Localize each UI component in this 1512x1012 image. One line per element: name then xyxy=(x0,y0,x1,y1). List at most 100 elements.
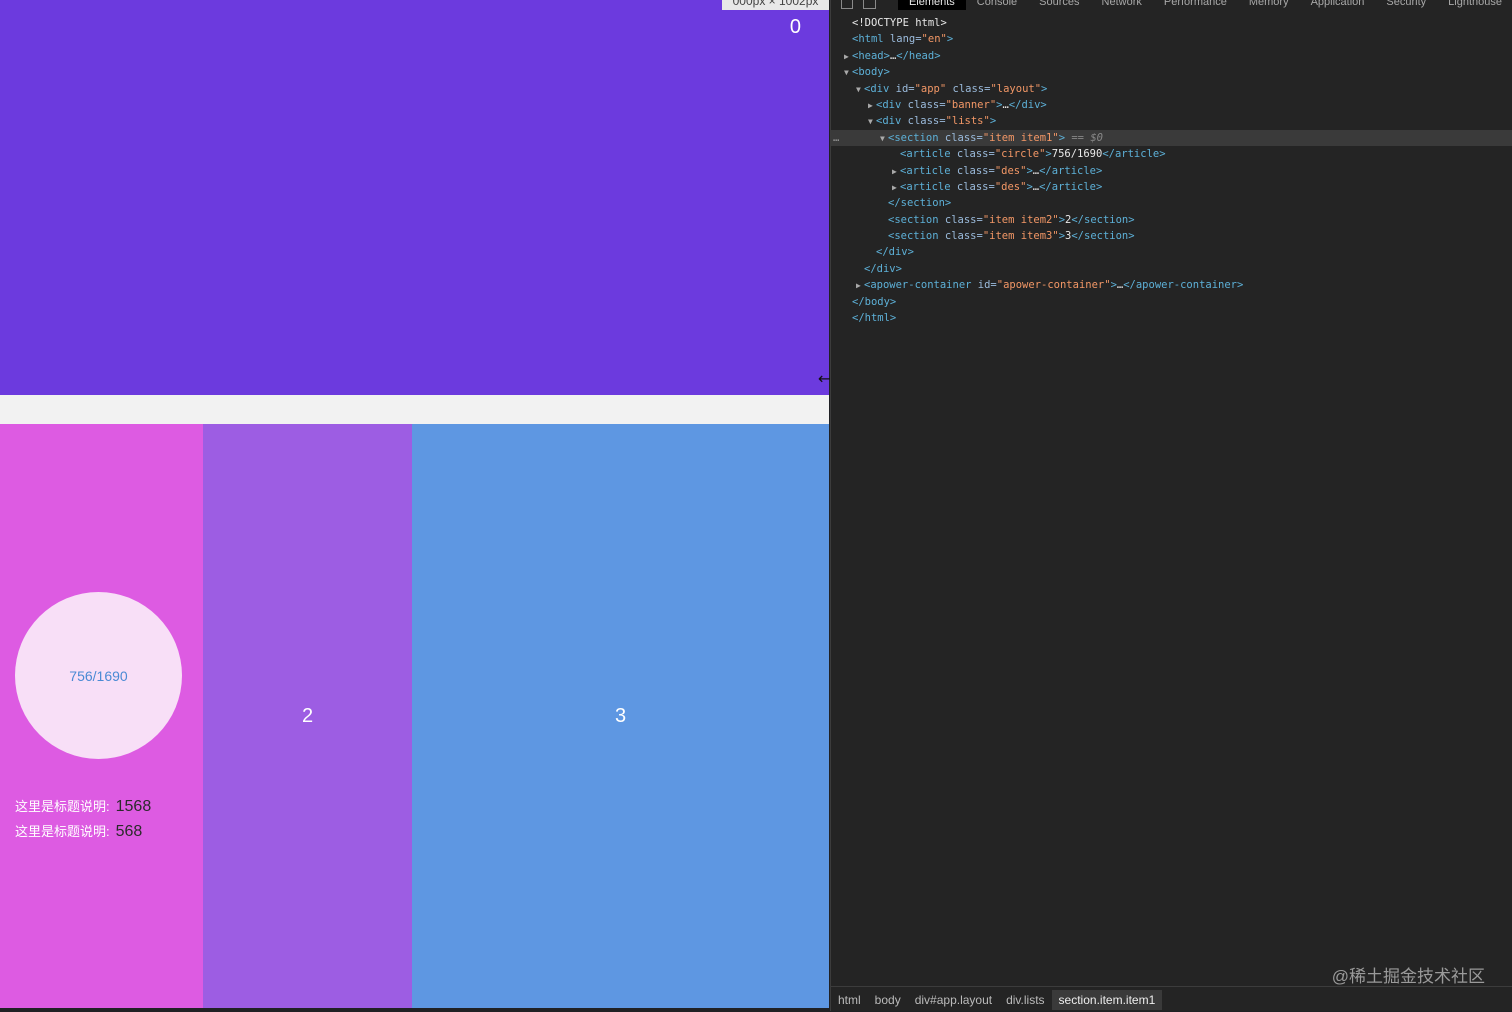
breadcrumb-item[interactable]: body xyxy=(868,990,908,1010)
expand-triangle-icon[interactable]: ▼ xyxy=(868,114,876,130)
expand-triangle-icon[interactable]: ▶ xyxy=(892,180,900,196)
tab-sources[interactable]: Sources xyxy=(1028,0,1090,10)
tab-elements[interactable]: Elements xyxy=(897,0,966,10)
tag-name: <article xyxy=(900,180,951,193)
tag-name: <head xyxy=(852,49,884,62)
dom-tree-row[interactable]: ▼ <body> xyxy=(831,64,1512,80)
closing-tag: </section> xyxy=(1071,213,1135,226)
attr-name: class= xyxy=(901,98,946,111)
attr-value: "item item1" xyxy=(982,131,1059,144)
attr-value: "layout" xyxy=(990,82,1042,95)
attr-value: "item item2" xyxy=(982,213,1059,226)
banner: 0 xyxy=(0,0,829,395)
tag-name: <div xyxy=(876,115,902,128)
dom-tree-row[interactable]: ▶ <div class="banner">…</div> xyxy=(831,97,1512,113)
node-content: 756/1690 xyxy=(1051,148,1103,161)
tab-memory[interactable]: Memory xyxy=(1238,0,1300,10)
page-preview: 0 000px × 1002px 756/1690 这里是标题说明: 1568 … xyxy=(0,0,829,1008)
expand-triangle-icon[interactable]: ▶ xyxy=(844,49,852,65)
tag-name: <apower-container xyxy=(864,279,972,292)
attr-value: "banner" xyxy=(945,98,997,111)
lists: 756/1690 这里是标题说明: 1568 这里是标题说明: 568 2 3 xyxy=(0,424,829,1008)
attr-name: class= xyxy=(938,131,983,144)
breadcrumb-item[interactable]: html xyxy=(831,990,868,1010)
tag-bracket: > xyxy=(946,33,954,46)
attr-name: class= xyxy=(938,230,983,243)
item1[interactable]: 756/1690 这里是标题说明: 1568 这里是标题说明: 568 xyxy=(0,424,203,1008)
dom-tree-row[interactable]: ▼ <div id="app" class="layout"> xyxy=(831,81,1512,97)
tag-name: <article xyxy=(900,148,951,161)
selected-ref: == $0 xyxy=(1065,131,1103,144)
expand-triangle-icon[interactable]: ▶ xyxy=(892,164,900,180)
dom-tree-row[interactable]: <!DOCTYPE html> xyxy=(831,15,1512,31)
tab-console[interactable]: Console xyxy=(966,0,1028,10)
dom-tree-row[interactable]: ▼ <div class="lists"> xyxy=(831,113,1512,129)
attr-name: class= xyxy=(901,115,946,128)
tag-name: <section xyxy=(888,230,939,243)
tag-name: <article xyxy=(900,164,951,177)
des-value: 568 xyxy=(115,823,143,840)
tab-security[interactable]: Security xyxy=(1375,0,1437,10)
dom-tree-row[interactable]: <section class="item item3">3</section> xyxy=(831,228,1512,244)
attr-name: class= xyxy=(950,148,995,161)
expand-triangle-icon[interactable]: ▼ xyxy=(856,82,864,98)
dom-tree-row[interactable]: <article class="circle">756/1690</articl… xyxy=(831,146,1512,162)
attr-value: "des" xyxy=(994,180,1027,193)
dom-tree-row[interactable]: <html lang="en"> xyxy=(831,31,1512,47)
attr-value: "apower-container" xyxy=(996,279,1111,292)
tab-network[interactable]: Network xyxy=(1091,0,1153,10)
tag-bracket: > xyxy=(1041,82,1048,95)
closing-tag: </html> xyxy=(852,312,897,325)
closing-tag: </body> xyxy=(852,295,897,308)
dom-tree: <!DOCTYPE html> <html lang="en"> ▶ <head>…<… xyxy=(831,15,1512,326)
attr-name: id= xyxy=(971,279,997,292)
item2[interactable]: 2 xyxy=(203,424,412,1008)
breadcrumb-item[interactable]: div.lists xyxy=(999,990,1051,1010)
attr-name: class= xyxy=(938,213,983,226)
dom-tree-row[interactable]: </section> xyxy=(831,195,1512,211)
devtools-panel: Elements Console Sources Network Performance… xyxy=(830,0,1512,1011)
dom-tree-row[interactable]: ▶ <apower-container id="apower-container"… xyxy=(831,277,1512,293)
expand-triangle-icon[interactable]: ▼ xyxy=(880,131,888,147)
viewport-dimensions-badge: 000px × 1002px xyxy=(722,0,829,10)
closing-tag: </head> xyxy=(896,49,941,62)
dom-tree-row[interactable]: ▶ <article class="des">…</article> xyxy=(831,179,1512,195)
attr-name: class= xyxy=(950,164,995,177)
tab-application[interactable]: Application xyxy=(1300,0,1376,10)
row-ellipsis-icon: … xyxy=(833,131,840,144)
closing-tag: </div> xyxy=(1008,98,1047,111)
tab-performance[interactable]: Performance xyxy=(1153,0,1238,10)
dom-tree-row[interactable]: ▶ <article class="des">…</article> xyxy=(831,163,1512,179)
dom-tree-row[interactable]: </html> xyxy=(831,310,1512,326)
banner-number: 0 xyxy=(789,16,801,38)
attr-value: "lists" xyxy=(945,115,990,128)
dom-tree-row[interactable]: </div> xyxy=(831,244,1512,260)
tag-name: <div xyxy=(864,82,890,95)
doctype: <!DOCTYPE html> xyxy=(852,17,947,29)
dom-tree-row[interactable]: <section class="item item2">2</section> xyxy=(831,212,1512,228)
dom-tree-row[interactable]: </body> xyxy=(831,294,1512,310)
tag-name: <html xyxy=(852,33,884,46)
des-label: 这里是标题说明: xyxy=(15,824,110,839)
closing-tag: </section> xyxy=(1071,230,1135,243)
attr-name: id= xyxy=(889,82,915,95)
inspect-icon[interactable] xyxy=(841,0,854,9)
dom-tree-row[interactable]: … ▼ <section class="item item1"> == $0 xyxy=(831,129,1512,147)
breadcrumb-item[interactable]: div#app.layout xyxy=(908,990,999,1010)
closing-tag: </article> xyxy=(1039,164,1103,177)
dom-tree-row[interactable]: </div> xyxy=(831,261,1512,277)
attr-value: "app" xyxy=(914,82,947,95)
expand-triangle-icon[interactable]: ▶ xyxy=(856,278,864,294)
expand-triangle-icon[interactable]: ▶ xyxy=(868,98,876,114)
closing-tag: </section> xyxy=(888,197,952,210)
item3[interactable]: 3 xyxy=(412,424,829,1008)
closing-tag: </article> xyxy=(1102,148,1166,161)
expand-triangle-icon[interactable]: ▼ xyxy=(844,65,852,81)
dom-tree-row[interactable]: ▶ <head>…</head> xyxy=(831,48,1512,64)
breadcrumb-item[interactable]: section.item.item1 xyxy=(1051,989,1163,1010)
des-row: 这里是标题说明: 1568 xyxy=(15,796,151,816)
device-toolbar-icon[interactable] xyxy=(863,0,876,9)
des-label: 这里是标题说明: xyxy=(15,799,110,814)
tab-lighthouse[interactable]: Lighthouse xyxy=(1437,0,1512,10)
des-value: 1568 xyxy=(115,798,152,815)
